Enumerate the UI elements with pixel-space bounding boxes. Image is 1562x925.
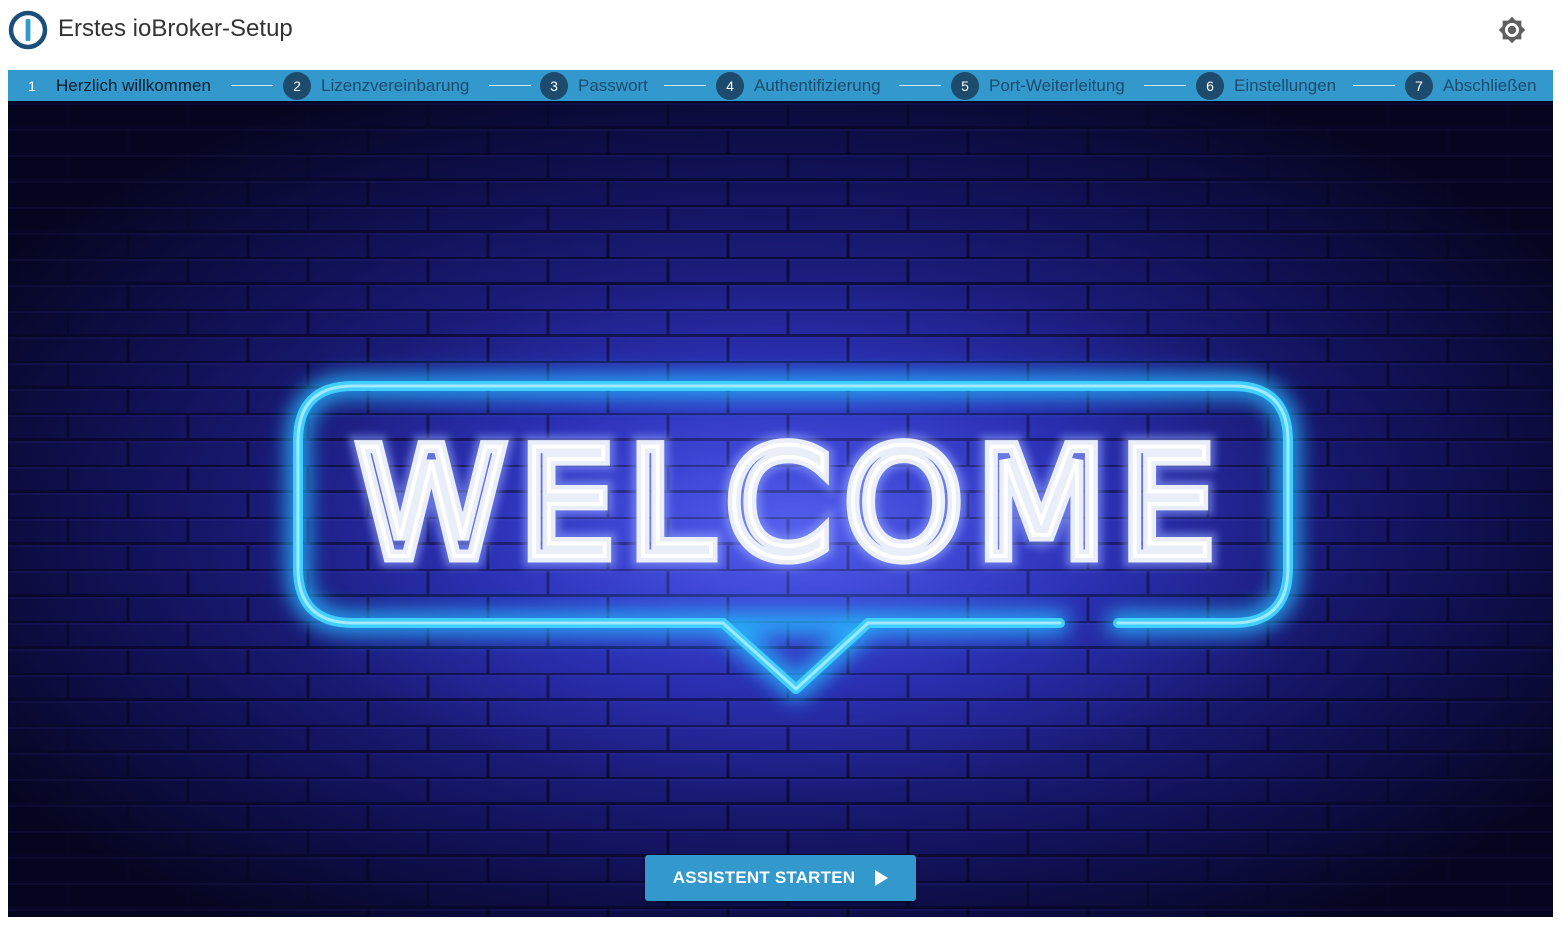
step-label: Einstellungen	[1234, 75, 1337, 95]
step-number: 7	[1405, 71, 1433, 100]
step-label: Lizenzvereinbarung	[321, 75, 470, 95]
neon-welcome-illustration: WELCOME WELCOME WELCOME	[8, 101, 1553, 917]
step-license[interactable]: 2 Lizenzvereinbarung	[283, 70, 469, 101]
step-welcome[interactable]: 1 Herzlich willkommen	[18, 70, 211, 101]
step-label: Passwort	[578, 75, 648, 95]
step-number: 6	[1196, 71, 1224, 100]
step-settings[interactable]: 6 Einstellungen	[1196, 70, 1336, 101]
step-number: 5	[951, 71, 979, 100]
step-label: Port-Weiterleitung	[989, 75, 1125, 95]
step-number: 3	[540, 71, 568, 100]
app-bar: Erstes ioBroker-Setup	[0, 0, 1562, 68]
app-title: Erstes ioBroker-Setup	[58, 15, 293, 42]
setup-stepper: 1 Herzlich willkommen 2 Lizenzvereinbaru…	[8, 70, 1553, 101]
step-connector	[899, 85, 941, 86]
step-port-forwarding[interactable]: 5 Port-Weiterleitung	[951, 70, 1125, 101]
iobroker-logo-icon	[8, 10, 48, 50]
step-connector	[231, 85, 273, 86]
brightness-icon[interactable]	[1492, 10, 1532, 50]
play-icon	[875, 870, 889, 886]
welcome-banner: WELCOME WELCOME WELCOME	[8, 101, 1553, 917]
start-wizard-button[interactable]: ASSISTENT STARTEN	[645, 855, 916, 901]
step-connector	[664, 85, 706, 86]
step-label: Authentifizierung	[754, 75, 881, 95]
step-number: 4	[716, 71, 744, 100]
step-finish[interactable]: 7 Abschließen	[1405, 70, 1537, 101]
step-number: 1	[28, 77, 36, 94]
step-label: Abschließen	[1443, 75, 1537, 95]
step-number: 2	[283, 71, 311, 100]
welcome-sign-highlight: WELCOME	[357, 418, 1229, 592]
step-connector	[1353, 85, 1395, 86]
step-connector	[1144, 85, 1186, 86]
step-connector	[489, 85, 531, 86]
step-authentication[interactable]: 4 Authentifizierung	[716, 70, 881, 101]
step-password[interactable]: 3 Passwort	[540, 70, 648, 101]
step-label: Herzlich willkommen	[56, 75, 211, 95]
start-wizard-label: ASSISTENT STARTEN	[672, 868, 856, 887]
